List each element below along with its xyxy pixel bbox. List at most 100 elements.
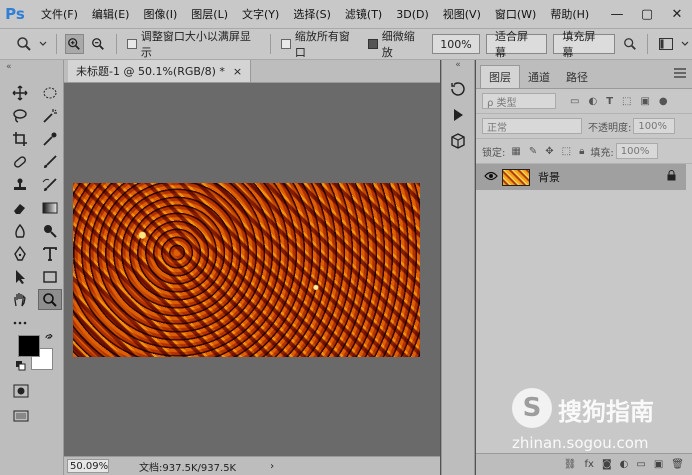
- close-button[interactable]: ✕: [662, 0, 692, 28]
- tab-paths[interactable]: 路径: [558, 66, 596, 88]
- actions-panel-icon[interactable]: [444, 104, 472, 126]
- delete-layer-icon[interactable]: 🗑︎: [671, 459, 684, 470]
- move-tool-icon[interactable]: [8, 82, 32, 103]
- document-tab[interactable]: 未标题-1 @ 50.1%(RGB/8) * ×: [68, 60, 252, 82]
- lock-artboard-icon[interactable]: ⬚: [562, 146, 571, 157]
- close-tab-icon[interactable]: ×: [233, 65, 242, 78]
- blend-row: 正常 不透明度: 100%: [476, 114, 692, 139]
- dock-expand-icon[interactable]: «: [442, 60, 474, 74]
- fill-field[interactable]: 100%: [615, 143, 658, 159]
- minimize-button[interactable]: —: [602, 0, 632, 28]
- eraser-tool-icon[interactable]: [8, 197, 32, 218]
- foreground-color-swatch[interactable]: [18, 335, 40, 357]
- zoom-tool-preset-icon[interactable]: [14, 34, 34, 54]
- status-zoom-field[interactable]: 50.09%: [67, 459, 109, 473]
- screen-mode-icon[interactable]: [9, 405, 33, 426]
- fit-screen-button[interactable]: 适合屏幕: [486, 30, 548, 59]
- fill-screen-button[interactable]: 填充屏幕: [553, 30, 615, 59]
- filter-smart-icon[interactable]: ▣: [640, 96, 649, 107]
- history-brush-icon[interactable]: [38, 174, 62, 195]
- checkbox-box[interactable]: [281, 39, 291, 49]
- eyedropper-icon[interactable]: [38, 128, 62, 149]
- menu-type[interactable]: 文字(Y): [235, 6, 286, 22]
- image-canvas[interactable]: [73, 183, 420, 357]
- more-tools-icon[interactable]: [8, 312, 32, 333]
- history-panel-icon[interactable]: [444, 78, 472, 100]
- crop-tool-icon[interactable]: [8, 128, 32, 149]
- menu-view[interactable]: 视图(V): [436, 6, 488, 22]
- fx-button[interactable]: fx: [585, 459, 594, 470]
- path-selection-icon[interactable]: [8, 266, 32, 287]
- checkbox-box[interactable]: [126, 39, 137, 49]
- zoom-in-icon[interactable]: [64, 34, 85, 54]
- opacity-field[interactable]: 100%: [633, 118, 676, 134]
- tab-channels[interactable]: 通道: [520, 66, 558, 88]
- type-tool-icon[interactable]: [38, 243, 62, 264]
- filter-toggle-icon[interactable]: ●: [659, 96, 668, 107]
- menu-help[interactable]: 帮助(H): [543, 6, 596, 22]
- magic-wand-icon[interactable]: [38, 105, 62, 126]
- menu-window[interactable]: 窗口(W): [488, 6, 543, 22]
- 3d-panel-icon[interactable]: [444, 130, 472, 152]
- filter-kind-select[interactable]: ρ 类型: [482, 93, 556, 109]
- menu-edit[interactable]: 编辑(E): [85, 6, 137, 22]
- lock-pixels-icon[interactable]: ✎: [529, 146, 537, 157]
- link-layers-icon[interactable]: ⛓: [564, 459, 577, 470]
- maximize-button[interactable]: ▢: [632, 0, 662, 28]
- menu-filter[interactable]: 滤镜(T): [338, 6, 389, 22]
- workspace-icon[interactable]: [656, 34, 676, 54]
- watermark-title: 搜狗指南: [558, 398, 654, 426]
- lock-row: 锁定: ▦ ✎ ✥ ⬚ 🔒︎ 填充: 100%: [476, 139, 692, 164]
- panel-menu-icon[interactable]: [674, 68, 686, 81]
- zoom-all-checkbox[interactable]: 缩放所有窗口: [281, 28, 360, 60]
- tab-layers[interactable]: 图层: [480, 65, 520, 88]
- blur-tool-icon[interactable]: [8, 220, 32, 241]
- filter-image-icon[interactable]: ▭: [570, 96, 579, 107]
- marquee-tool-icon[interactable]: [38, 82, 62, 103]
- options-bar: 调整窗口大小以满屏显示 缩放所有窗口 细微缩放 100% 适合屏幕 填充屏幕: [0, 29, 692, 60]
- chevron-down-icon[interactable]: [680, 34, 690, 54]
- filter-adjust-icon[interactable]: ◐: [588, 96, 597, 107]
- filter-type-icon[interactable]: T: [606, 96, 613, 107]
- rectangle-tool-icon[interactable]: [38, 266, 62, 287]
- adjustment-layer-icon[interactable]: ◐: [620, 459, 629, 470]
- search-icon[interactable]: [620, 34, 640, 54]
- hand-tool-icon[interactable]: [8, 289, 32, 310]
- new-layer-icon[interactable]: ▣: [654, 459, 663, 470]
- menu-select[interactable]: 选择(S): [286, 6, 338, 22]
- brush-tool-icon[interactable]: [38, 151, 62, 172]
- lock-all-icon[interactable]: 🔒︎: [579, 146, 584, 157]
- add-mask-icon[interactable]: ◙: [602, 459, 612, 470]
- status-menu-arrow-icon[interactable]: ›: [270, 461, 274, 472]
- zoom-out-icon[interactable]: [88, 34, 108, 54]
- layer-row-background[interactable]: 背景: [476, 164, 686, 190]
- lock-position-icon[interactable]: ✥: [545, 146, 553, 157]
- collapse-icon[interactable]: «: [6, 62, 12, 76]
- new-group-icon[interactable]: ▭: [636, 459, 645, 470]
- lasso-tool-icon[interactable]: [8, 105, 32, 126]
- status-doc-info: 文档:937.5K/937.5K: [139, 462, 237, 474]
- zoom-tool-icon[interactable]: [38, 289, 62, 310]
- filter-shape-icon[interactable]: ⬚: [622, 96, 631, 107]
- zoom-value-field[interactable]: 100%: [432, 34, 480, 54]
- healing-brush-icon[interactable]: [8, 151, 32, 172]
- stamp-tool-icon[interactable]: [8, 174, 32, 195]
- default-colors-icon[interactable]: [16, 361, 26, 374]
- menu-layer[interactable]: 图层(L): [184, 6, 235, 22]
- visibility-eye-icon[interactable]: [484, 171, 498, 184]
- scrubby-zoom-checkbox[interactable]: 细微缩放: [367, 28, 425, 60]
- blend-mode-select[interactable]: 正常: [482, 118, 582, 134]
- chevron-down-icon[interactable]: [38, 34, 48, 54]
- lock-transparency-icon[interactable]: ▦: [511, 146, 520, 157]
- ps-logo-icon: Ps: [5, 5, 25, 23]
- quick-mask-icon[interactable]: [9, 380, 33, 401]
- checkbox-box-checked[interactable]: [367, 39, 378, 49]
- menu-file[interactable]: 文件(F): [34, 6, 85, 22]
- swap-colors-icon[interactable]: [45, 332, 55, 347]
- menu-3d[interactable]: 3D(D): [389, 8, 436, 21]
- menu-image[interactable]: 图像(I): [136, 6, 184, 22]
- pen-tool-icon[interactable]: [8, 243, 32, 264]
- dodge-tool-icon[interactable]: [38, 220, 62, 241]
- gradient-tool-icon[interactable]: [38, 197, 62, 218]
- resize-windows-checkbox[interactable]: 调整窗口大小以满屏显示: [126, 28, 260, 60]
